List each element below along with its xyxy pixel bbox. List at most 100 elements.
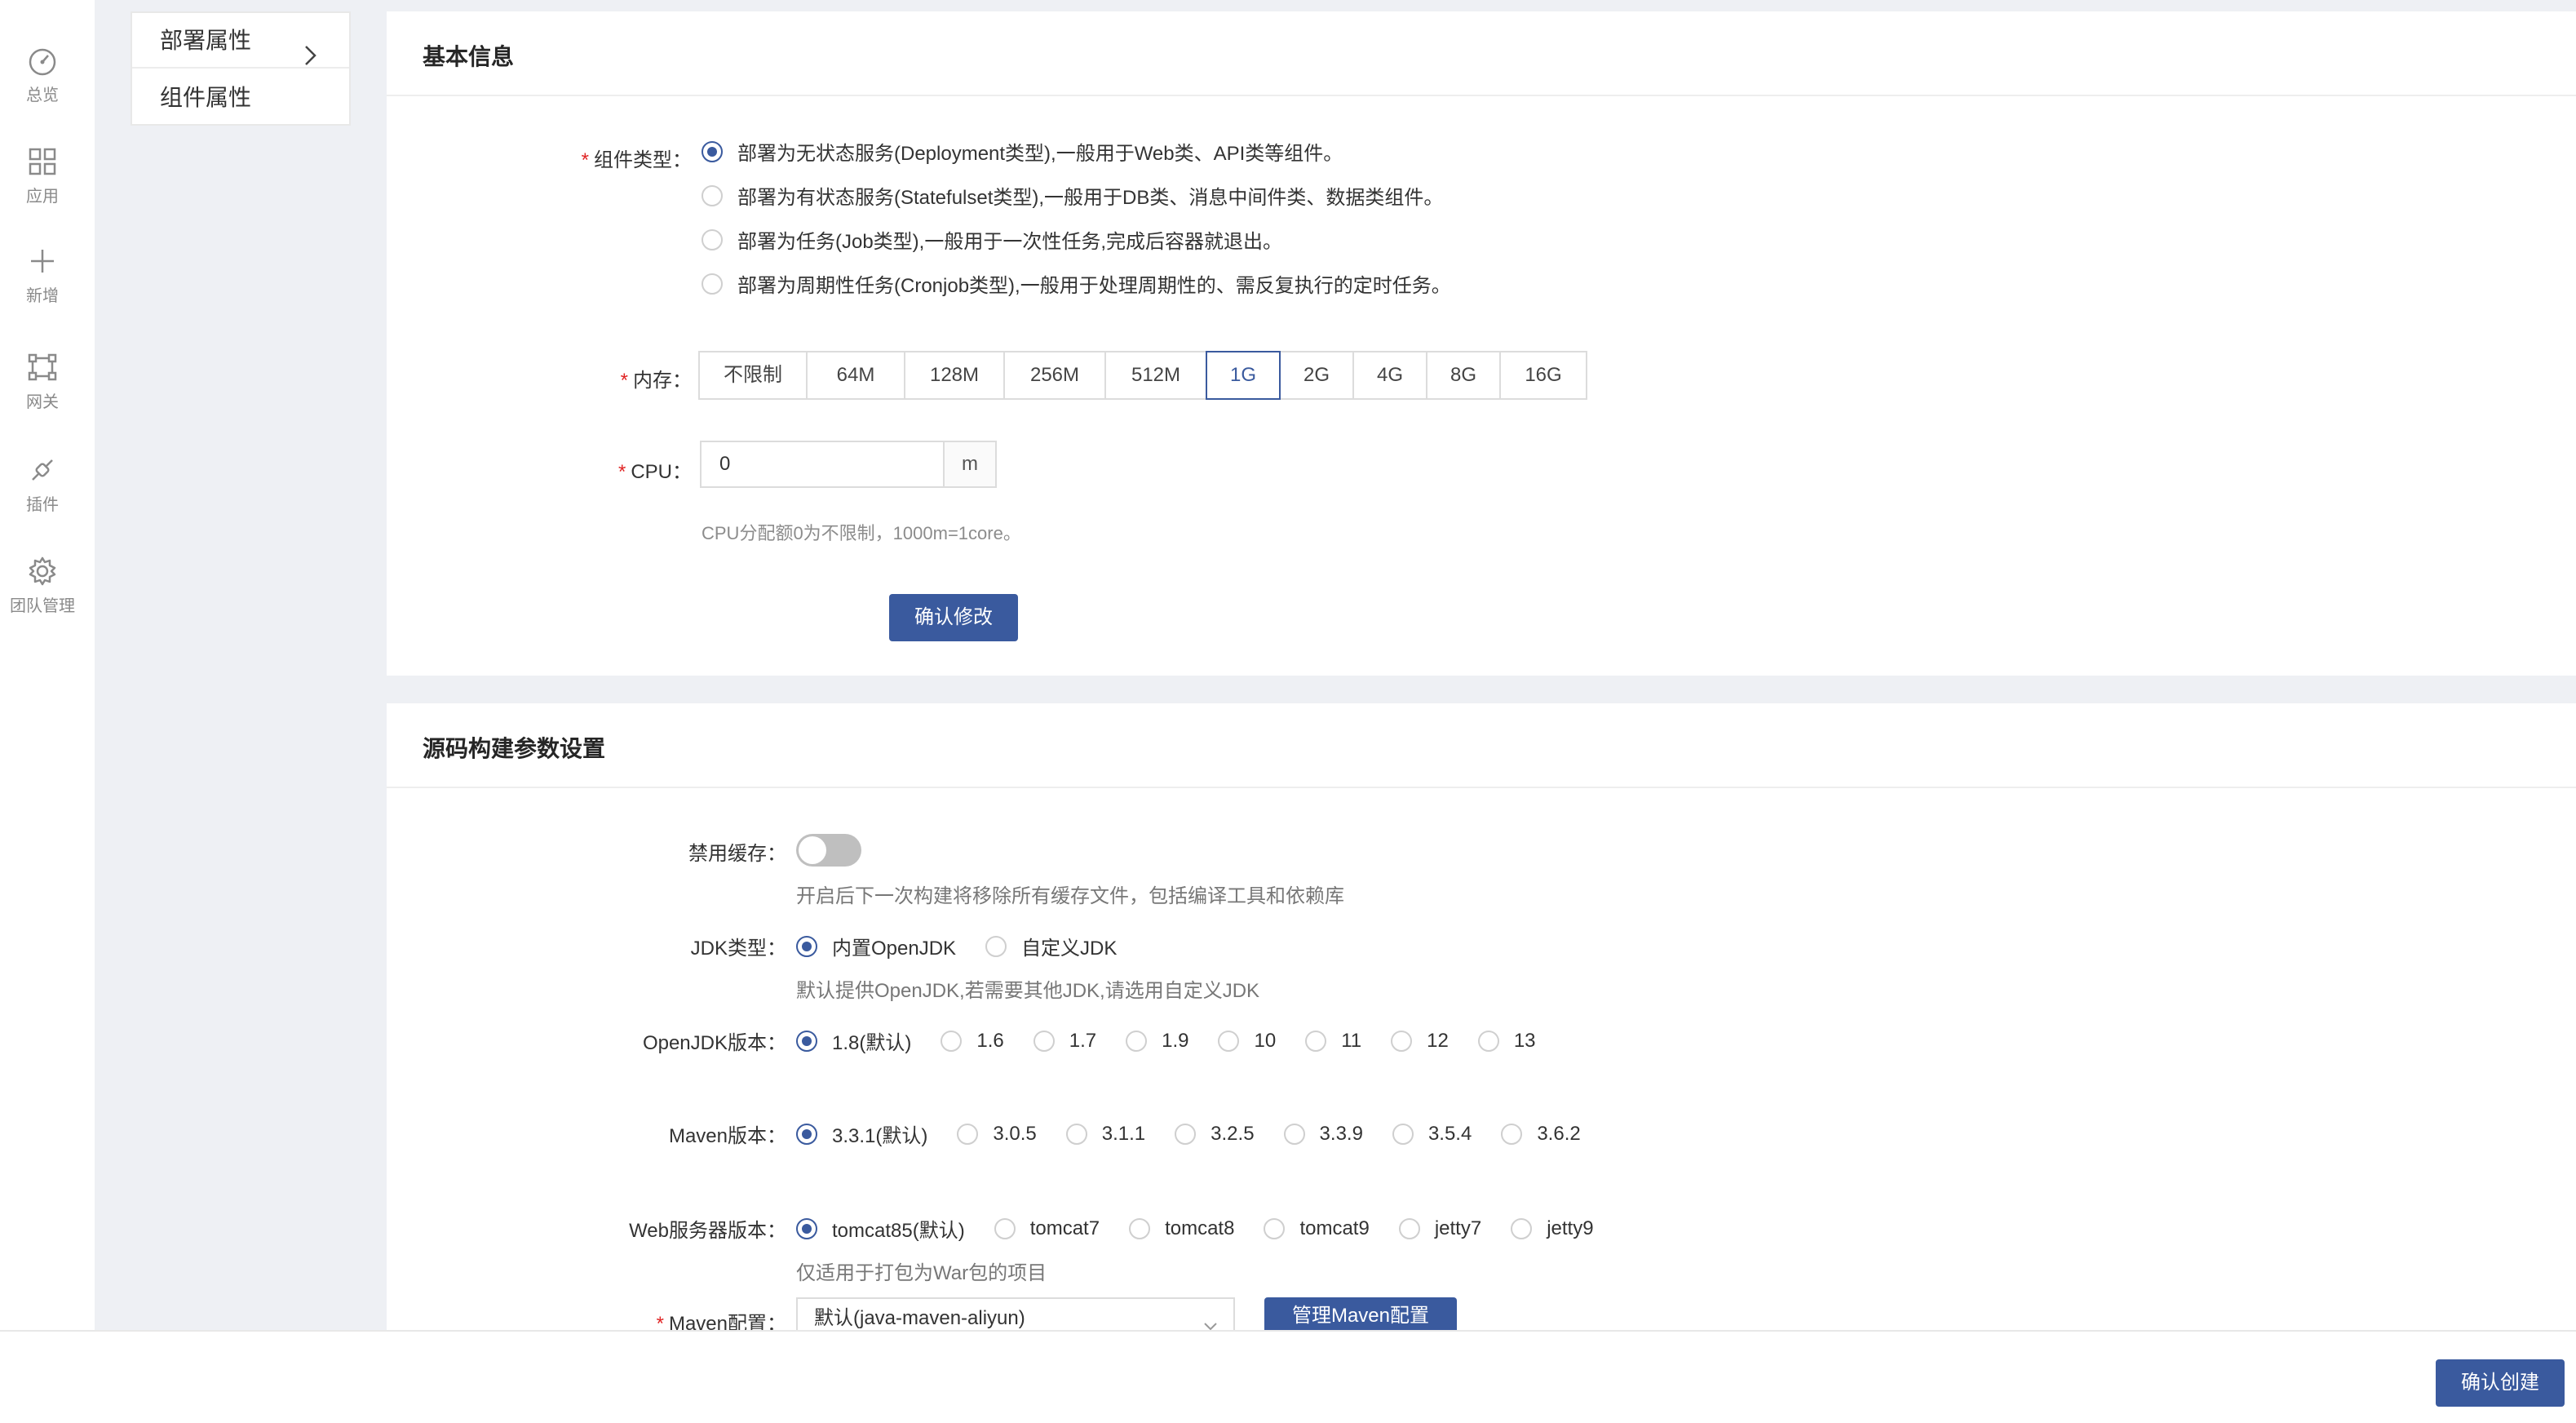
web-server-option[interactable]: jetty7: [1398, 1217, 1482, 1240]
option-label: tomcat8: [1165, 1217, 1235, 1239]
radio-button[interactable]: [796, 1217, 817, 1239]
option-label: 3.3.9: [1319, 1122, 1363, 1145]
openjdk-option[interactable]: 13: [1477, 1030, 1536, 1053]
radio-button[interactable]: [1218, 1030, 1240, 1052]
web-server-option[interactable]: tomcat7: [994, 1217, 1100, 1240]
jdk-option-custom[interactable]: 自定义JDK: [985, 932, 1117, 960]
component-type-option-3[interactable]: 部署为周期性任务(Cronjob类型),一般用于处理周期性的、需反复执行的定时任…: [702, 269, 1451, 298]
maven-version-option[interactable]: 3.0.5: [957, 1122, 1037, 1146]
jdk-type-label: JDK类型：: [690, 938, 786, 960]
option-label: 1.7: [1069, 1029, 1097, 1052]
radio-button[interactable]: [1264, 1217, 1286, 1239]
radio-button[interactable]: [702, 228, 723, 250]
memory-option-2g[interactable]: 2G: [1279, 351, 1354, 400]
memory-option-128m[interactable]: 128M: [904, 351, 1005, 400]
radio-button[interactable]: [1065, 1123, 1087, 1145]
memory-option-256m[interactable]: 256M: [1003, 351, 1106, 400]
web-server-option[interactable]: tomcat85(默认): [796, 1214, 965, 1243]
confirm-create-button[interactable]: 确认创建: [2436, 1359, 2565, 1407]
option-label: jetty9: [1547, 1217, 1594, 1239]
radio-button[interactable]: [1033, 1030, 1055, 1052]
radio-button[interactable]: [1283, 1123, 1305, 1145]
radio-button[interactable]: [1129, 1217, 1151, 1239]
memory-option-4g[interactable]: 4G: [1352, 351, 1427, 400]
maven-version-option[interactable]: 3.6.2: [1501, 1123, 1581, 1146]
openjdk-option[interactable]: 12: [1391, 1030, 1449, 1053]
option-label: 部署为有状态服务(Statefulset类型),一般用于DB类、消息中间件类、数…: [737, 187, 1444, 209]
web-server-option[interactable]: jetty9: [1511, 1217, 1594, 1240]
radio-button[interactable]: [994, 1217, 1016, 1239]
maven-version-option[interactable]: 3.3.1(默认): [796, 1119, 927, 1148]
radio-button[interactable]: [1398, 1217, 1420, 1239]
radio-button[interactable]: [941, 1030, 963, 1052]
option-label: 3.1.1: [1101, 1122, 1146, 1145]
openjdk-option[interactable]: 10: [1218, 1030, 1276, 1053]
radio-button[interactable]: [702, 140, 723, 162]
memory-option-64m[interactable]: 64M: [806, 351, 905, 400]
openjdk-option[interactable]: 1.9: [1126, 1030, 1188, 1053]
memory-option-8g[interactable]: 8G: [1426, 351, 1501, 400]
radio-button[interactable]: [796, 1123, 817, 1145]
nav-item-apps[interactable]: 应用: [0, 145, 85, 206]
basic-info-card: 基本信息: [387, 11, 2576, 676]
nav-item-overview[interactable]: 总览: [0, 44, 85, 105]
radio-button[interactable]: [1175, 1123, 1197, 1145]
web-server-help: 仅适用于打包为War包的项目: [796, 1262, 1047, 1284]
openjdk-version-options: 1.8(默认) 1.6 1.7 1.9 10 11 12 13: [796, 1026, 1565, 1055]
radio-button[interactable]: [1511, 1217, 1533, 1239]
maven-version-option[interactable]: 3.1.1: [1065, 1122, 1146, 1146]
web-server-option[interactable]: tomcat8: [1129, 1217, 1234, 1240]
component-type-option-1[interactable]: 部署为有状态服务(Statefulset类型),一般用于DB类、消息中间件类、数…: [702, 181, 1443, 210]
menu-item-deploy-properties[interactable]: 部署属性: [132, 13, 349, 69]
cpu-input-group: 0 m: [700, 441, 997, 488]
radio-button[interactable]: [796, 1030, 817, 1052]
radio-button[interactable]: [1126, 1030, 1148, 1052]
menu-item-component-properties[interactable]: 组件属性: [132, 70, 349, 126]
radio-button[interactable]: [1305, 1030, 1327, 1052]
option-label: 1.8(默认): [832, 1032, 912, 1054]
required-mark: *: [620, 370, 628, 392]
memory-option-unlimited[interactable]: 不限制: [698, 351, 808, 400]
radio-button[interactable]: [702, 273, 723, 295]
maven-version-option[interactable]: 3.3.9: [1283, 1122, 1363, 1146]
radio-button[interactable]: [985, 935, 1007, 957]
openjdk-option[interactable]: 1.8(默认): [796, 1026, 911, 1055]
confirm-modify-button[interactable]: 确认修改: [889, 594, 1018, 641]
radio-button[interactable]: [957, 1123, 979, 1145]
web-server-option[interactable]: tomcat9: [1264, 1217, 1370, 1240]
maven-version-option[interactable]: 3.5.4: [1392, 1123, 1472, 1146]
openjdk-option[interactable]: 11: [1305, 1030, 1361, 1053]
nav-item-plugins[interactable]: 插件: [0, 454, 85, 515]
option-label: jetty7: [1434, 1217, 1482, 1239]
radio-button[interactable]: [796, 935, 817, 957]
maven-version-label: Maven版本：: [668, 1125, 786, 1147]
memory-option-16g[interactable]: 16G: [1499, 351, 1587, 400]
cpu-input[interactable]: 0: [700, 441, 945, 488]
disable-cache-toggle[interactable]: [796, 834, 861, 867]
radio-button[interactable]: [702, 184, 723, 206]
component-type-option-0[interactable]: 部署为无状态服务(Deployment类型),一般用于Web类、API类等组件。: [702, 137, 1343, 166]
jdk-type-help: 默认提供OpenJDK,若需要其他JDK,请选用自定义JDK: [796, 980, 1260, 1002]
nav-item-label: 插件: [26, 496, 59, 514]
radio-button[interactable]: [1392, 1123, 1414, 1145]
option-label: 部署为周期性任务(Cronjob类型),一般用于处理周期性的、需反复执行的定时任…: [737, 275, 1451, 297]
maven-version-option[interactable]: 3.2.5: [1175, 1123, 1255, 1146]
jdk-option-builtin[interactable]: 内置OpenJDK: [796, 932, 956, 960]
nav-item-add[interactable]: 新增: [0, 245, 85, 306]
nav-item-label: 网关: [26, 393, 59, 411]
option-label: 3.0.5: [993, 1122, 1037, 1145]
gear-icon: [0, 555, 85, 587]
radio-button[interactable]: [1391, 1030, 1413, 1052]
nav-item-team-management[interactable]: 团队管理: [0, 555, 85, 616]
memory-option-512m[interactable]: 512M: [1104, 351, 1207, 400]
openjdk-option[interactable]: 1.7: [1033, 1030, 1096, 1053]
nav-item-gateway[interactable]: 网关: [0, 351, 85, 412]
radio-button[interactable]: [1477, 1030, 1499, 1052]
openjdk-option[interactable]: 1.6: [941, 1030, 1004, 1053]
manage-maven-config-button[interactable]: 管理Maven配置: [1264, 1297, 1457, 1330]
memory-option-1g[interactable]: 1G: [1206, 351, 1281, 400]
disable-cache-help: 开启后下一次构建将移除所有缓存文件，包括编译工具和依赖库: [796, 885, 1344, 907]
radio-button[interactable]: [1501, 1123, 1523, 1145]
component-type-option-2[interactable]: 部署为任务(Job类型),一般用于一次性任务,完成后容器就退出。: [702, 225, 1282, 254]
option-label: 11: [1341, 1029, 1362, 1052]
